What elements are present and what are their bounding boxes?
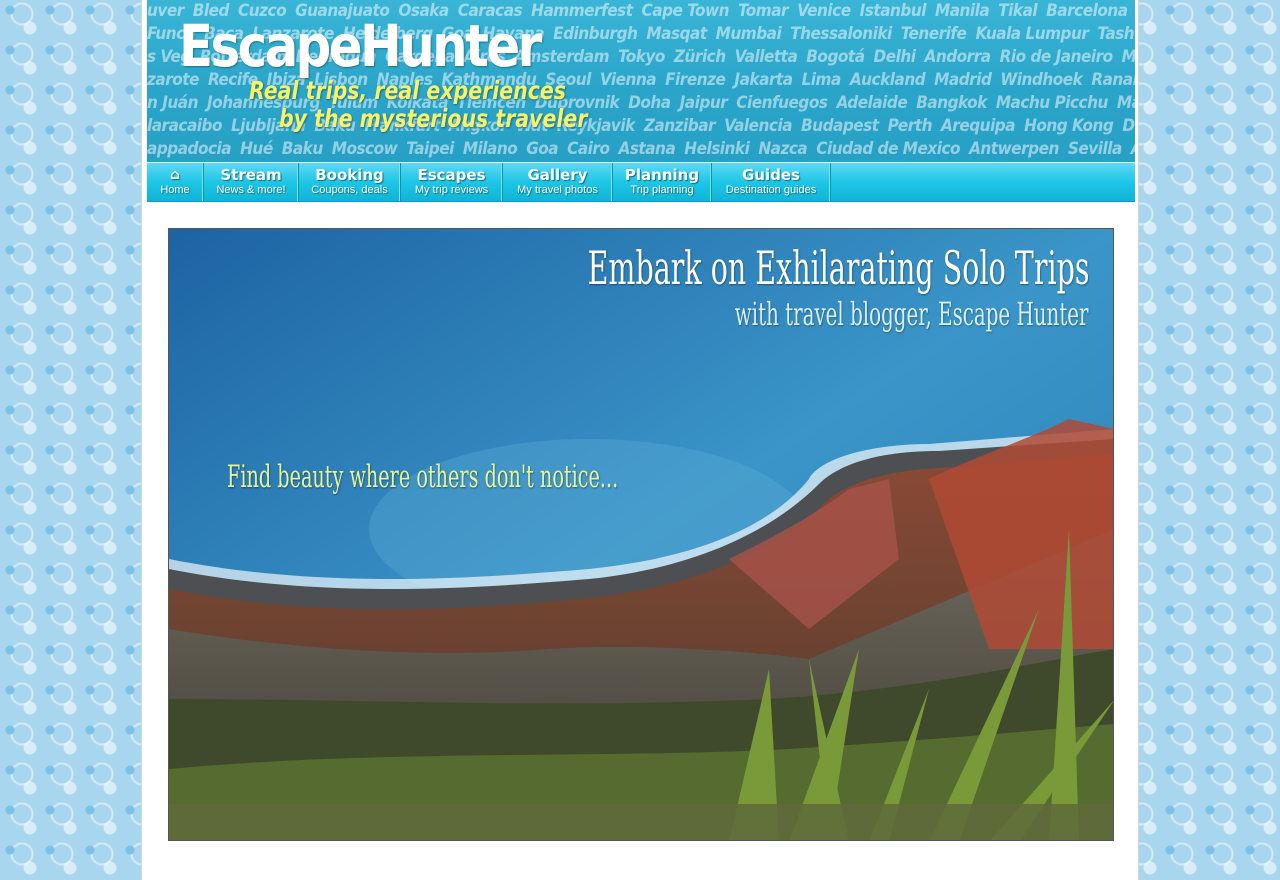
city-name: Delhi xyxy=(873,47,916,67)
city-name: Ranakhpur xyxy=(1091,70,1135,90)
city-name: appadocia xyxy=(147,139,232,159)
city-name: Machu Picchu xyxy=(995,93,1109,113)
nav-guides-sub: Destination guides xyxy=(725,184,817,196)
city-name: Jakarta xyxy=(734,70,793,90)
nav-stream-sub: News & more! xyxy=(216,184,286,196)
city-name: Astana xyxy=(618,139,676,159)
nav-stream[interactable]: Stream News & more! xyxy=(204,163,299,201)
hero-title: Embark on Exhilarating Solo Trips xyxy=(587,241,1089,295)
nav-booking-label: Booking xyxy=(315,166,384,184)
nav-booking[interactable]: Booking Coupons, deals xyxy=(299,163,401,201)
nav-planning-label: Planning xyxy=(624,166,700,184)
city-name: Manila xyxy=(935,1,990,21)
city-name: Kuala Lumpur xyxy=(975,24,1089,44)
city-name: Moscow xyxy=(331,139,398,159)
hero-subtitle: with travel blogger, Escape Hunter xyxy=(735,295,1089,333)
city-name: Agra xyxy=(1131,139,1135,159)
nav-home-label: Home xyxy=(160,184,190,196)
city-name: laracaibo xyxy=(147,116,223,136)
hero-quote: Find beauty where others don't notice... xyxy=(227,459,619,495)
city-name: Firenze xyxy=(665,70,726,90)
city-name: Cairo xyxy=(567,139,610,159)
city-name: Adelaide xyxy=(836,93,908,113)
city-name: Tokyo xyxy=(618,47,665,67)
home-icon: ⌂ xyxy=(169,167,181,183)
nav-escapes-sub: My trip reviews xyxy=(414,184,489,196)
nav-booking-sub: Coupons, deals xyxy=(311,184,388,196)
city-name: Lima xyxy=(801,70,842,90)
city-name: Macau xyxy=(1121,47,1135,67)
city-name: Málaga xyxy=(1116,93,1135,113)
city-name: Baku xyxy=(281,139,324,159)
nav-gallery-sub: My travel photos xyxy=(517,184,598,196)
city-name: Zanzibar xyxy=(643,116,716,136)
city-name: Taipei xyxy=(406,139,454,159)
tagline-line-1: Real trips, real experiences xyxy=(249,76,567,105)
city-name: Andorra xyxy=(924,47,992,67)
city-name: Cape Town xyxy=(641,1,730,21)
city-name: Vienna xyxy=(599,70,657,90)
city-name: Arequipa xyxy=(940,116,1016,136)
main-nav: ⌂ Home Stream News & more! Booking Coupo… xyxy=(147,162,1135,202)
nav-escapes[interactable]: Escapes My trip reviews xyxy=(401,163,503,201)
city-name: Masqat xyxy=(646,24,707,44)
nav-guides[interactable]: Guides Destination guides xyxy=(712,163,831,201)
nav-home[interactable]: ⌂ Home xyxy=(147,163,204,201)
city-name: Valencia xyxy=(724,116,793,136)
city-name: Zürich xyxy=(673,47,726,67)
city-name: Tikal xyxy=(998,1,1038,21)
site-logo[interactable]: EscapeHunter xyxy=(179,12,542,80)
city-name: Perth xyxy=(887,116,933,136)
nav-stream-label: Stream xyxy=(220,166,282,184)
city-name: Antwerpen xyxy=(969,139,1059,159)
city-name: Valletta xyxy=(734,47,798,67)
city-name: Cienfuegos xyxy=(736,93,828,113)
tagline-line-2: by the mysterious traveler xyxy=(279,104,588,133)
city-name: n Juán xyxy=(147,93,199,113)
site-header: uver Bled Cuzco Guanajuato Osaka Caracas Hamme… xyxy=(147,0,1135,162)
city-name: Rio de Janeiro xyxy=(999,47,1114,67)
nav-guides-label: Guides xyxy=(742,166,800,184)
city-name: Hong Kong xyxy=(1024,116,1114,136)
city-name: Tashkent xyxy=(1097,24,1135,44)
city-name: Istanbul xyxy=(859,1,927,21)
city-name: Bangkok xyxy=(916,93,987,113)
city-name: Goa xyxy=(526,139,559,159)
city-name: Sevilla xyxy=(1067,139,1122,159)
city-row: appadocia Hué Baku Moscow Taipei Milano Goa Cai… xyxy=(147,139,1135,162)
city-name: Hué xyxy=(240,139,273,159)
city-name: Bogotá xyxy=(806,47,865,67)
city-name: Auckland xyxy=(849,70,926,90)
city-name: Ciudad de Mexico xyxy=(816,139,961,159)
city-name: Dubai xyxy=(1122,116,1135,136)
city-name: Milano xyxy=(462,139,518,159)
city-name: Jaipur xyxy=(679,93,728,113)
nav-planning-sub: Trip planning xyxy=(630,184,694,196)
city-name: Budapest xyxy=(801,116,879,136)
nav-gallery[interactable]: Gallery My travel photos xyxy=(503,163,613,201)
city-name: Thessaloniki xyxy=(790,24,892,44)
city-name: Windhoek xyxy=(1000,70,1083,90)
hero-banner[interactable]: Embark on Exhilarating Solo Trips with t… xyxy=(168,228,1114,841)
nav-gallery-label: Gallery xyxy=(527,166,588,184)
city-name: Helsinki xyxy=(684,139,750,159)
page-container: uver Bled Cuzco Guanajuato Osaka Caracas Hamme… xyxy=(141,0,1139,880)
nav-escapes-label: Escapes xyxy=(417,166,486,184)
city-name: Venice xyxy=(797,1,851,21)
city-name: Barcelona xyxy=(1046,1,1128,21)
city-name: Edinburgh xyxy=(553,24,638,44)
city-name: Nazca xyxy=(758,139,808,159)
nav-planning[interactable]: Planning Trip planning xyxy=(613,163,712,201)
city-name: Mumbai xyxy=(715,24,782,44)
city-name: Tomar xyxy=(738,1,789,21)
city-name: Tenerife xyxy=(900,24,967,44)
city-name: Doha xyxy=(628,93,671,113)
city-name: Hammerfest xyxy=(531,1,633,21)
city-name: Madrid xyxy=(934,70,992,90)
